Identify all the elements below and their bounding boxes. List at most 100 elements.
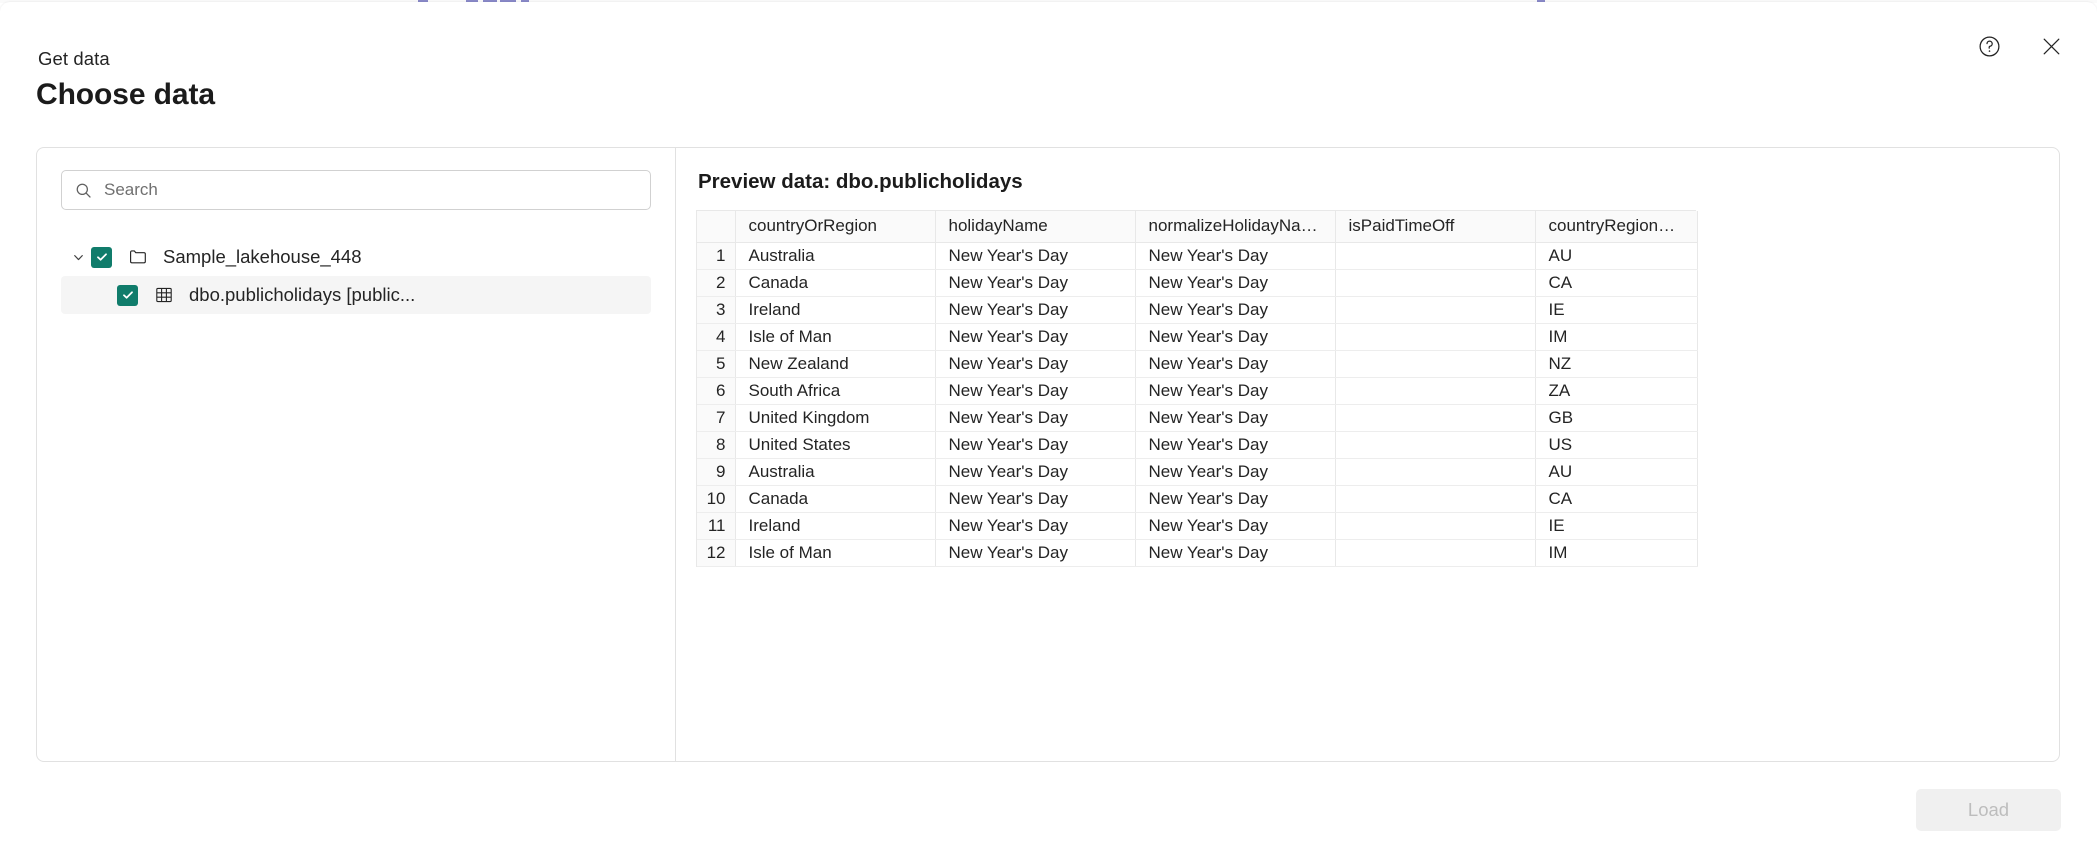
table-row[interactable]: 7 United Kingdom New Year's Day New Year's … xyxy=(697,404,1698,432)
row-number: 4 xyxy=(697,323,736,351)
header-actions xyxy=(1969,28,2071,68)
checkbox-sample-lakehouse-448[interactable] xyxy=(91,246,112,268)
cell-countryOrRegion: United Kingdom xyxy=(735,404,936,432)
cell-countryRegionCode: IM xyxy=(1535,323,1698,351)
row-number: 7 xyxy=(697,404,736,432)
cell-countryOrRegion: Australia xyxy=(735,242,936,270)
folder-icon xyxy=(126,247,150,267)
search-input[interactable] xyxy=(104,171,638,209)
cell-holidayName: New Year's Day xyxy=(935,350,1136,378)
cell-isPaidTimeOff xyxy=(1335,512,1536,540)
table-row[interactable]: 12 Isle of Man New Year's Day New Year's Da… xyxy=(697,539,1698,567)
table-row[interactable]: 6 South Africa New Year's Day New Year's Da… xyxy=(697,377,1698,405)
cell-holidayName: New Year's Day xyxy=(935,485,1136,513)
close-icon xyxy=(2039,34,2064,62)
row-number: 3 xyxy=(697,296,736,324)
row-number: 2 xyxy=(697,269,736,297)
help-button[interactable] xyxy=(1969,28,2009,68)
cell-countryRegionCode: IM xyxy=(1535,539,1698,567)
cell-holidayName: New Year's Day xyxy=(935,458,1136,486)
cell-countryOrRegion: South Africa xyxy=(735,377,936,405)
cell-normalizeHolidayName: New Year's Day xyxy=(1135,431,1336,459)
cell-countryOrRegion: Ireland xyxy=(735,296,936,324)
cell-isPaidTimeOff xyxy=(1335,323,1536,351)
load-button[interactable]: Load xyxy=(1916,788,2061,831)
cell-normalizeHolidayName: New Year's Day xyxy=(1135,512,1336,540)
table-row[interactable]: 3 Ireland New Year's Day New Year's Day IE xyxy=(697,296,1698,324)
row-number: 5 xyxy=(697,350,736,378)
cell-countryRegionCode: AU xyxy=(1535,458,1698,486)
row-number: 10 xyxy=(697,485,736,513)
preview-title: Preview data: dbo.publicholidays xyxy=(698,170,1023,193)
table-row[interactable]: 4 Isle of Man New Year's Day New Year's Day… xyxy=(697,323,1698,351)
cell-holidayName: New Year's Day xyxy=(935,512,1136,540)
tree-item-dbo-publicholidays[interactable]: dbo.publicholidays [public... xyxy=(61,276,651,314)
table-row[interactable]: 2 Canada New Year's Day New Year's Day CA xyxy=(697,269,1698,297)
cell-normalizeHolidayName: New Year's Day xyxy=(1135,242,1336,270)
cell-countryOrRegion: New Zealand xyxy=(735,350,936,378)
dialog-footer: Load xyxy=(0,772,2097,847)
table-row[interactable]: 8 United States New Year's Day New Year's D… xyxy=(697,431,1698,459)
cell-countryOrRegion: Australia xyxy=(735,458,936,486)
preview-table: countryOrRegion holidayName normalizeHol… xyxy=(697,211,1698,567)
dialog-body: Sample_lakehouse_448 xyxy=(36,147,2060,762)
column-header-countryRegionCode[interactable]: countryRegionCode xyxy=(1535,211,1698,243)
cell-isPaidTimeOff xyxy=(1335,404,1536,432)
tree-item-sample-lakehouse-448[interactable]: Sample_lakehouse_448 xyxy=(61,238,651,276)
cell-countryOrRegion: Isle of Man xyxy=(735,539,936,567)
column-header-holidayName[interactable]: holidayName xyxy=(935,211,1136,243)
cell-countryRegionCode: NZ xyxy=(1535,350,1698,378)
table-row[interactable]: 9 Australia New Year's Day New Year's Day AU xyxy=(697,458,1698,486)
row-number: 1 xyxy=(697,242,736,270)
cell-holidayName: New Year's Day xyxy=(935,296,1136,324)
cell-isPaidTimeOff xyxy=(1335,485,1536,513)
row-number: 6 xyxy=(697,377,736,405)
column-header-rownum xyxy=(697,211,736,243)
table-row[interactable]: 10 Canada New Year's Day New Year's Day CA xyxy=(697,485,1698,513)
cell-normalizeHolidayName: New Year's Day xyxy=(1135,377,1336,405)
cell-isPaidTimeOff xyxy=(1335,269,1536,297)
table-header-row: countryOrRegion holidayName normalizeHol… xyxy=(697,211,1698,243)
row-number: 9 xyxy=(697,458,736,486)
preview-grid[interactable]: countryOrRegion holidayName normalizeHol… xyxy=(696,210,1698,567)
cell-countryRegionCode: GB xyxy=(1535,404,1698,432)
cell-holidayName: New Year's Day xyxy=(935,269,1136,297)
search-icon xyxy=(74,181,93,200)
cell-holidayName: New Year's Day xyxy=(935,539,1136,567)
cell-holidayName: New Year's Day xyxy=(935,242,1136,270)
column-header-isPaidTimeOff[interactable]: isPaidTimeOff xyxy=(1335,211,1536,243)
cell-countryOrRegion: Isle of Man xyxy=(735,323,936,351)
table-row[interactable]: 11 Ireland New Year's Day New Year's Day IE xyxy=(697,512,1698,540)
cell-holidayName: New Year's Day xyxy=(935,404,1136,432)
table-row[interactable]: 5 New Zealand New Year's Day New Year's Day… xyxy=(697,350,1698,378)
table-row[interactable]: 1 Australia New Year's Day New Year's Day AU xyxy=(697,242,1698,270)
cell-countryRegionCode: US xyxy=(1535,431,1698,459)
cell-isPaidTimeOff xyxy=(1335,242,1536,270)
search-box[interactable] xyxy=(61,170,651,210)
get-data-dialog: Get data Choose data Search Sample_lakeh… xyxy=(0,2,2097,847)
cell-normalizeHolidayName: New Year's Day xyxy=(1135,539,1336,567)
cell-isPaidTimeOff xyxy=(1335,377,1536,405)
preview-table-body: 1 Australia New Year's Day New Year's Day AU… xyxy=(697,242,1698,567)
page-title: Choose data xyxy=(36,78,215,111)
cell-countryOrRegion: Canada xyxy=(735,485,936,513)
close-button[interactable] xyxy=(2031,28,2071,68)
cell-countryOrRegion: Canada xyxy=(735,269,936,297)
source-tree-panel: Sample_lakehouse_448 xyxy=(37,148,676,761)
cell-holidayName: New Year's Day xyxy=(935,431,1136,459)
cell-countryRegionCode: CA xyxy=(1535,485,1698,513)
chevron-down-icon[interactable] xyxy=(65,250,91,265)
preview-table-head: countryOrRegion holidayName normalizeHol… xyxy=(697,211,1698,243)
cell-countryOrRegion: United States xyxy=(735,431,936,459)
column-header-normalizeHolidayName[interactable]: normalizeHolidayName xyxy=(1135,211,1336,243)
dialog-header: Get data Choose data xyxy=(0,2,2097,130)
help-circle-icon xyxy=(1977,34,2002,62)
column-header-countryOrRegion[interactable]: countryOrRegion xyxy=(735,211,936,243)
cell-isPaidTimeOff xyxy=(1335,350,1536,378)
cell-countryRegionCode: AU xyxy=(1535,242,1698,270)
cell-holidayName: New Year's Day xyxy=(935,377,1136,405)
cell-normalizeHolidayName: New Year's Day xyxy=(1135,485,1336,513)
cell-isPaidTimeOff xyxy=(1335,458,1536,486)
checkbox-dbo-publicholidays[interactable] xyxy=(117,284,138,306)
cell-normalizeHolidayName: New Year's Day xyxy=(1135,404,1336,432)
